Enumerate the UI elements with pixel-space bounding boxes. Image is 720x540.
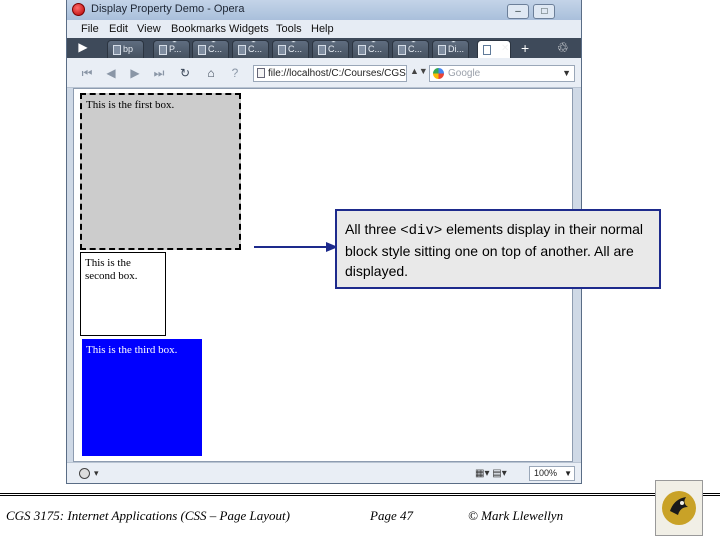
home-icon[interactable]: ⌂: [201, 65, 221, 81]
search-placeholder: Google: [448, 68, 481, 79]
pin-icon: [210, 41, 216, 43]
menu-bookmarks[interactable]: Bookmarks: [171, 23, 226, 35]
pin-icon: [290, 41, 296, 43]
panel-toggle-icon[interactable]: ▶: [73, 39, 93, 55]
google-icon: [433, 68, 444, 79]
back-icon[interactable]: ◀: [101, 65, 121, 81]
tab-label: C...: [368, 44, 383, 54]
tab-label: P...: [169, 44, 182, 54]
menu-view[interactable]: View: [137, 23, 161, 35]
forward-icon[interactable]: ▶: [125, 65, 145, 81]
tab-item[interactable]: C...: [392, 40, 429, 58]
opera-logo-icon: [72, 3, 85, 16]
tab-label: Di...: [448, 44, 465, 54]
footer-course: CGS 3175: Internet Applications (CSS – P…: [6, 508, 290, 523]
page-icon: [483, 44, 491, 55]
page-icon: [113, 44, 121, 55]
tab-close-icon[interactable]: ✕: [501, 43, 509, 54]
title-bar: Display Property Demo - Opera – □ ✕: [67, 0, 581, 37]
status-bar: ▾ ▦▾ ▤▾ 100% ▼: [67, 462, 581, 483]
callout-arrow: [254, 242, 338, 252]
page-icon: [358, 44, 366, 55]
tab-label: bp: [123, 44, 134, 54]
pin-icon: [410, 41, 416, 43]
zoom-dropdown-icon: ▼: [564, 469, 572, 478]
page-icon: [318, 44, 326, 55]
minimize-button[interactable]: –: [507, 4, 529, 19]
tab-bar: ▶ bp P... C... C... C... C... C... C... …: [67, 38, 581, 58]
pin-icon: [370, 41, 376, 43]
tab-item[interactable]: C...: [192, 40, 229, 58]
info-icon[interactable]: ?: [225, 65, 245, 81]
address-dropdown-icon[interactable]: ▲▼: [410, 66, 428, 76]
window-title: Display Property Demo - Opera: [91, 3, 245, 15]
menu-help[interactable]: Help: [311, 23, 334, 35]
footer-author: © Mark Llewellyn: [468, 508, 564, 523]
callout-text-1: All three: [345, 221, 401, 237]
menu-tools[interactable]: Tools: [276, 23, 302, 35]
page-icon: [438, 44, 446, 55]
tab-item[interactable]: C...: [232, 40, 269, 58]
pin-icon: [450, 41, 456, 43]
window-controls: – □ ✕: [507, 1, 581, 37]
new-tab-icon[interactable]: +: [521, 40, 529, 56]
menu-edit[interactable]: Edit: [109, 23, 128, 35]
university-logo: [655, 480, 703, 536]
fast-forward-icon[interactable]: ⏭: [149, 65, 169, 81]
search-dropdown-icon[interactable]: ▼: [562, 66, 571, 81]
tab-label: C...: [208, 44, 223, 54]
second-box: This is the second box.: [80, 252, 166, 336]
status-tools-icon[interactable]: ▦▾ ▤▾: [475, 468, 507, 479]
address-bar[interactable]: file://localhost/C:/Courses/CGS%: [253, 65, 407, 82]
third-box: This is the third box.: [82, 339, 202, 456]
page-icon: [257, 68, 265, 78]
tab-label: C...: [248, 44, 263, 54]
slide-footer: CGS 3175: Internet Applications (CSS – P…: [0, 496, 720, 540]
trash-icon[interactable]: ♲: [557, 40, 569, 56]
tab-label: C...: [328, 44, 343, 54]
page-icon: [398, 44, 406, 55]
page-icon: [278, 44, 286, 55]
navigation-toolbar: ⏮ ◀ ▶ ⏭ ↻ ⌂ ? file://localhost/C:/Course…: [67, 58, 581, 88]
footer-page: Page 47: [370, 508, 413, 523]
callout-code: <div>: [400, 223, 443, 239]
menu-file[interactable]: File: [81, 23, 99, 35]
zoom-value: 100%: [534, 468, 558, 478]
address-text: file://localhost/C:/Courses/CGS%: [268, 68, 407, 79]
menu-widgets[interactable]: Widgets: [229, 23, 269, 35]
tab-item[interactable]: C...: [352, 40, 389, 58]
pin-icon: [250, 41, 256, 43]
menu-bar: File Edit View Bookmarks Widgets Tools H…: [67, 20, 581, 38]
tab-label: C...: [408, 44, 423, 54]
status-dropdown-icon[interactable]: ▾: [94, 468, 99, 479]
rewind-icon[interactable]: ⏮: [77, 65, 97, 81]
tab-item[interactable]: bp: [107, 40, 144, 58]
first-box: This is the first box.: [80, 93, 241, 250]
tab-item[interactable]: Di...: [432, 40, 469, 58]
maximize-button[interactable]: □: [533, 4, 556, 19]
page-icon: [159, 44, 167, 55]
search-input[interactable]: Google ▼: [429, 65, 575, 82]
pin-icon: [171, 41, 177, 43]
pin-icon: [330, 41, 336, 43]
callout-box: All three <div> elements display in thei…: [335, 209, 661, 289]
tab-item[interactable]: P...: [153, 40, 190, 58]
tab-item[interactable]: C...: [312, 40, 349, 58]
page-icon: [198, 44, 206, 55]
page-icon: [238, 44, 246, 55]
tab-label: C...: [288, 44, 303, 54]
opera-status-icon[interactable]: [79, 468, 90, 479]
reload-icon[interactable]: ↻: [175, 65, 195, 81]
tab-item[interactable]: C...: [272, 40, 309, 58]
zoom-select[interactable]: 100% ▼: [529, 466, 575, 481]
